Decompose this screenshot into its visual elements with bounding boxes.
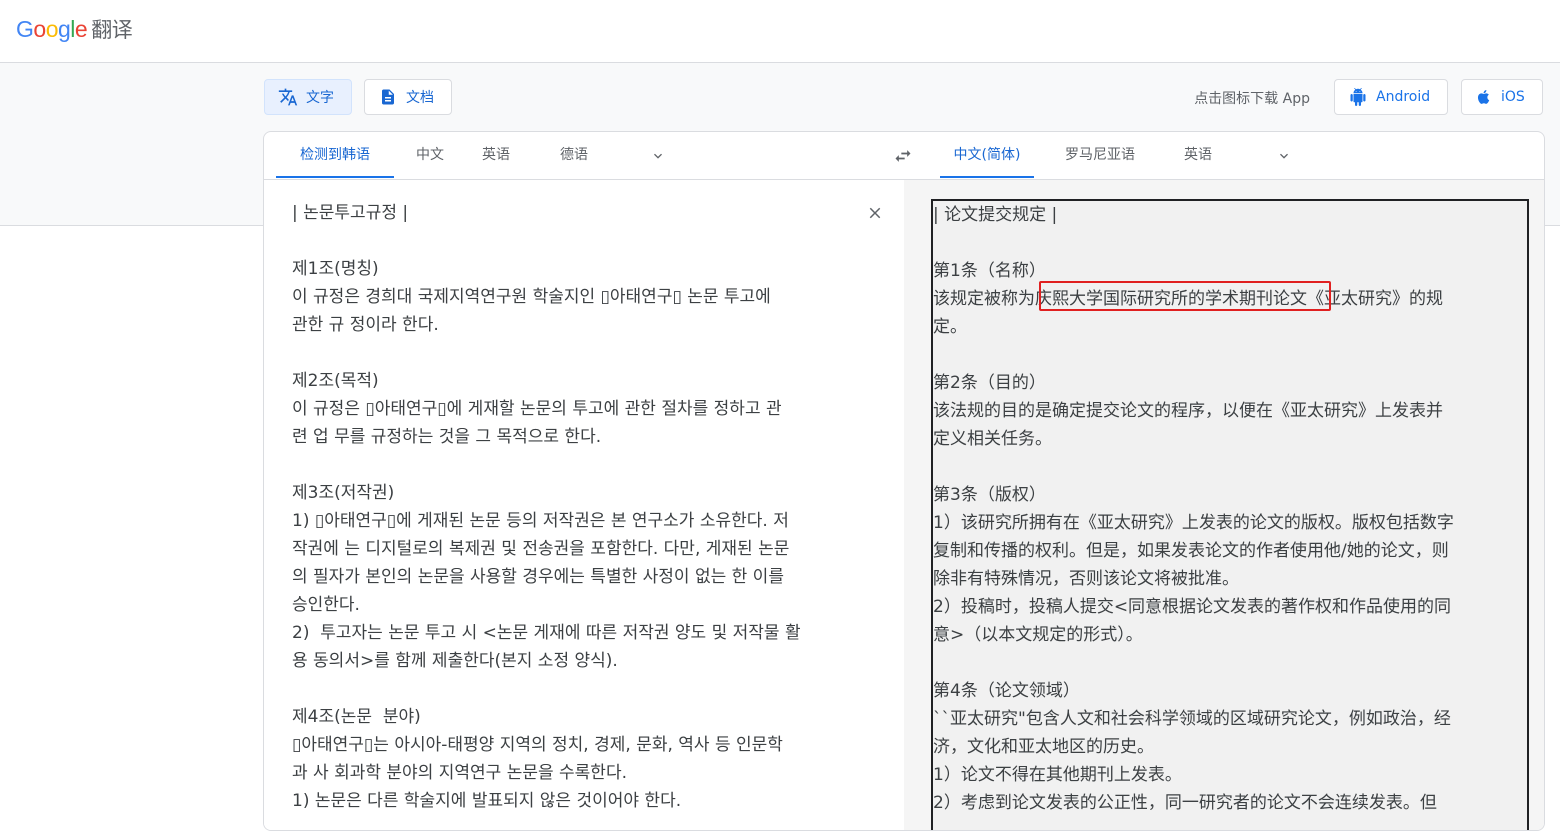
logo-letter: o (45, 15, 59, 42)
app-download-prompt: 点击图标下载 App (1194, 91, 1310, 107)
tab-detected-korean[interactable]: 检测到韩语 (276, 132, 394, 178)
logo-letter: o (33, 15, 46, 42)
target-pane: | 论文提交规定 | 第1条（名称） 该规定被称为庆熙大学国际研究所的学术期刊论… (904, 180, 1544, 830)
google-translate-logo[interactable]: Google 翻译 (16, 14, 133, 44)
ios-label: iOS (1501, 89, 1525, 105)
translation-output-text: | 论文提交规定 | 第1条（名称） 该规定被称为庆熙大学国际研究所的学术期刊论… (933, 205, 1454, 813)
logo-letter: g (57, 15, 71, 42)
source-text-input[interactable]: | 논문투고규정 | 제1조(명칭) 이 규정은 경희대 국제지역연구원 학술지… (292, 199, 852, 815)
text-mode-label: 文字 (306, 90, 334, 106)
tab-target-chinese-simplified[interactable]: 中文(简体) (940, 132, 1034, 178)
close-icon[interactable] (866, 204, 884, 222)
tab-source-german[interactable]: 德语 (544, 132, 604, 178)
document-mode-button[interactable]: 文档 (364, 79, 452, 115)
tab-target-romanian[interactable]: 罗马尼亚语 (1050, 132, 1150, 178)
swap-icon[interactable] (892, 146, 914, 166)
text-mode-button[interactable]: 文字 (264, 79, 352, 115)
tab-source-chinese[interactable]: 中文 (394, 132, 466, 178)
product-name: 翻译 (91, 18, 133, 42)
android-app-button[interactable]: Android (1334, 79, 1448, 115)
chevron-down-icon[interactable] (650, 148, 666, 164)
language-bar: 检测到韩语 中文 英语 德语 中文(简体) 罗马尼亚语 英语 (264, 132, 1544, 180)
document-icon (378, 87, 398, 107)
android-icon (1349, 88, 1367, 106)
source-pane: | 논문투고규정 | 제1조(명칭) 이 규정은 경희대 국제지역연구원 학술지… (264, 180, 904, 830)
apple-icon (1476, 88, 1492, 106)
top-bar: Google 翻译 (0, 0, 1560, 63)
ios-app-button[interactable]: iOS (1461, 79, 1543, 115)
translate-icon (278, 87, 298, 107)
android-label: Android (1376, 89, 1431, 105)
chevron-down-icon[interactable] (1276, 148, 1292, 164)
logo-letter: e (74, 15, 88, 42)
document-mode-label: 文档 (406, 90, 434, 106)
translation-output-box: | 论文提交规定 | 第1条（名称） 该规定被称为庆熙大学国际研究所的学术期刊论… (931, 199, 1529, 830)
logo-letter: G (16, 15, 34, 42)
tab-source-english[interactable]: 英语 (466, 132, 526, 178)
tab-target-english[interactable]: 英语 (1168, 132, 1228, 178)
translator-card: 检测到韩语 中文 英语 德语 中文(简体) 罗马尼亚语 英语 | 논문투고규정 … (263, 131, 1545, 831)
